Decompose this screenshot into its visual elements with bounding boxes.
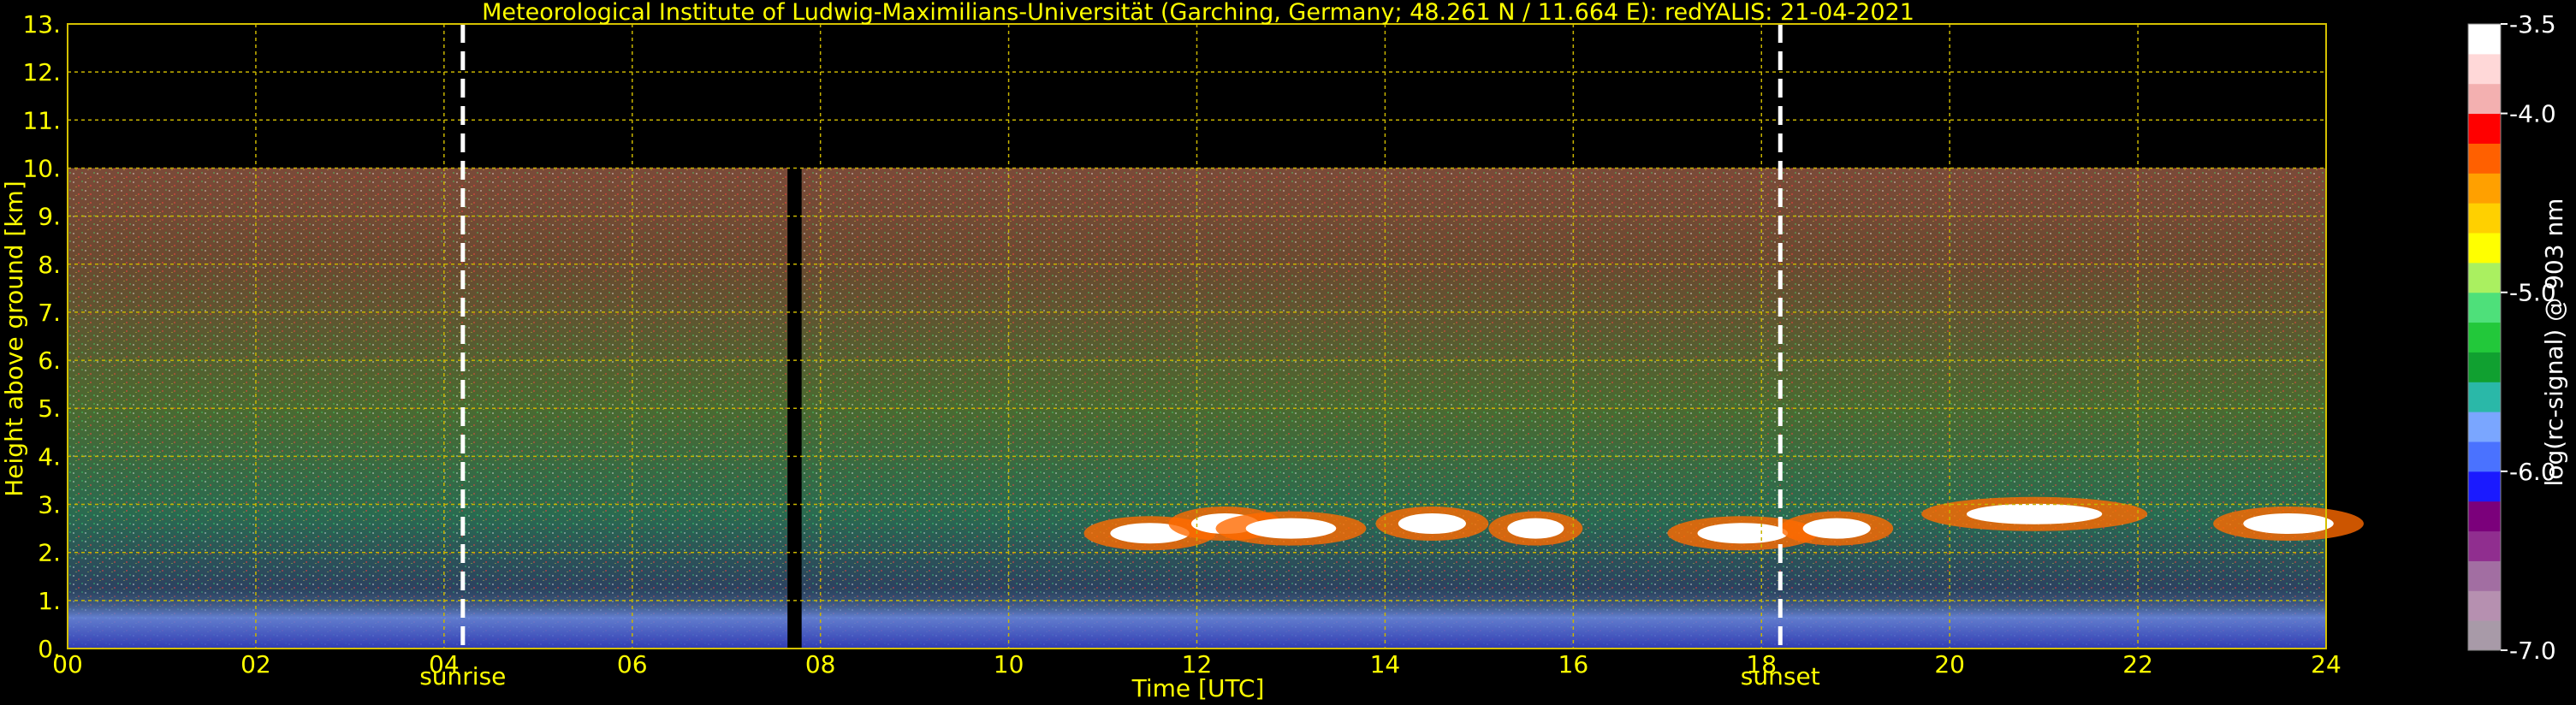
x-tick-label: 06 <box>617 650 648 678</box>
marker-label: sunset <box>1741 662 1820 690</box>
cloud-core <box>1507 518 1564 539</box>
y-tick-label: 3. <box>38 491 61 519</box>
cloud-core <box>1245 518 1337 539</box>
x-tick-label: 14 <box>1370 650 1401 678</box>
x-tick-label: 10 <box>994 650 1024 678</box>
colorbar-label: log(rc-signal) @ 903 nm <box>2540 198 2568 487</box>
y-tick-label: 4. <box>38 442 61 471</box>
x-tick-label: 08 <box>805 650 836 678</box>
y-tick-label: 1. <box>38 587 61 615</box>
y-tick-label: 13. <box>22 10 61 39</box>
cloud-core <box>1802 518 1871 539</box>
colorbar-segment <box>2468 471 2501 502</box>
y-tick-label: 8. <box>38 251 61 279</box>
colorbar-segment <box>2468 113 2501 144</box>
colorbar-segment <box>2468 262 2501 293</box>
y-axis-label: Height above ground [km] <box>0 181 28 497</box>
y-tick-label: 9. <box>38 203 61 231</box>
x-tick-label: 22 <box>2122 650 2153 678</box>
colorbar-segment <box>2468 590 2501 621</box>
y-tick-label: 12. <box>22 58 61 86</box>
colorbar-tick-label: -7.0 <box>2509 637 2556 665</box>
cloud-core <box>2243 513 2334 534</box>
colorbar-tick-label: -3.5 <box>2509 10 2556 39</box>
x-tick-label: 24 <box>2311 650 2342 678</box>
colorbar-segment <box>2468 173 2501 204</box>
y-tick-label: 5. <box>38 394 61 423</box>
x-tick-label: 02 <box>240 650 271 678</box>
colorbar-segment <box>2468 382 2501 412</box>
y-tick-label: 11. <box>22 106 61 134</box>
colorbar-segment <box>2468 441 2501 472</box>
y-tick-label: 10. <box>22 154 61 182</box>
colorbar-segment <box>2468 412 2501 442</box>
colorbar-segment <box>2468 203 2501 234</box>
cloud-core <box>1697 523 1789 544</box>
x-tick-label: 16 <box>1558 650 1589 678</box>
x-axis-label: Time [UTC] <box>1131 674 1265 702</box>
x-tick-label: 20 <box>1934 650 1965 678</box>
y-tick-label: 2. <box>38 539 61 567</box>
colorbar-segment <box>2468 322 2501 352</box>
x-tick-label: 00 <box>52 650 83 678</box>
chart-title: Meteorological Institute of Ludwig-Maxim… <box>482 0 1914 26</box>
colorbar-segment <box>2468 352 2501 382</box>
cloud-core <box>1398 513 1466 534</box>
colorbar-segment <box>2468 233 2501 264</box>
colorbar-segment <box>2468 53 2501 85</box>
colorbar-segment <box>2468 83 2501 115</box>
colorbar-segment <box>2468 292 2501 323</box>
colorbar-segment <box>2468 620 2501 651</box>
y-tick-label: 7. <box>38 299 61 327</box>
colorbar-segment <box>2468 501 2501 532</box>
lidar-chart: 0.1.2.3.4.5.6.7.8.9.10.11.12.13. 00 02 04 0… <box>0 0 2576 705</box>
marker-label: sunrise <box>419 662 506 690</box>
colorbar-segment <box>2468 560 2501 591</box>
colorbar-tick-label: -4.0 <box>2509 100 2556 128</box>
colorbar-segment <box>2468 530 2501 561</box>
colorbar-segment <box>2468 24 2501 55</box>
y-tick-label: 6. <box>38 347 61 375</box>
colorbar-segment <box>2468 143 2501 174</box>
cloud-core <box>1966 503 2103 524</box>
